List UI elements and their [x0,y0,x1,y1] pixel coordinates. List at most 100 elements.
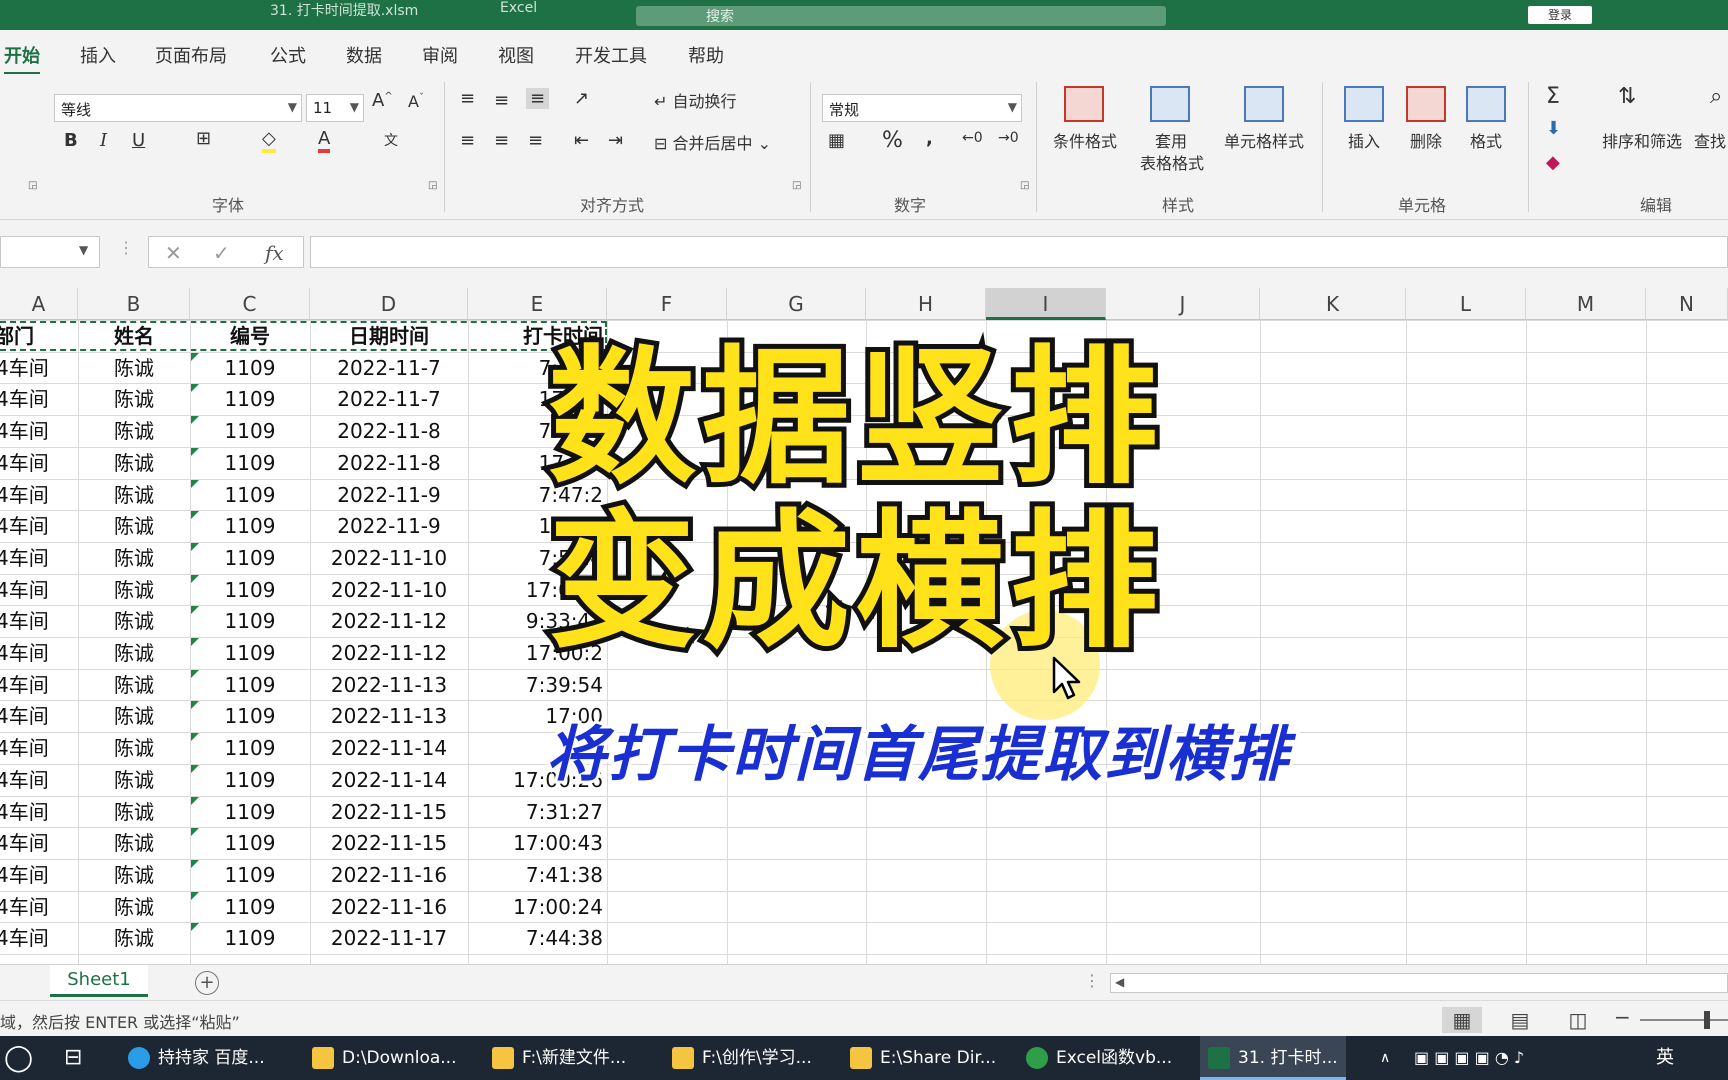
table-cell[interactable]: 4车间 [0,511,74,543]
table-cell[interactable]: 2022-11-15 [310,797,468,829]
percent-button[interactable]: % [882,128,903,153]
align-middle-icon[interactable]: ≡ [494,90,509,111]
table-cell[interactable]: 陈诚 [78,892,190,924]
name-box[interactable]: ▼ [0,236,100,268]
table-cell[interactable]: 17:00:24 [468,892,607,924]
zoom-out-icon[interactable]: − [1614,1005,1631,1029]
find-button[interactable]: 查找 [1690,128,1728,152]
delete-cells-icon[interactable] [1406,86,1446,122]
table-cell[interactable]: 陈诚 [78,670,190,702]
tab-insert[interactable]: 插入 [80,42,116,68]
tab-view[interactable]: 视图 [498,42,534,68]
column-header-f[interactable]: F [607,288,727,320]
sort-filter-button[interactable]: 排序和筛选 [1596,128,1688,152]
table-cell[interactable]: 1109 [190,384,310,416]
tab-page-layout[interactable]: 页面布局 [155,42,227,68]
cell-styles-button[interactable]: 单元格样式 [1216,128,1312,152]
table-cell[interactable]: 陈诚 [78,923,190,955]
tab-data[interactable]: 数据 [346,42,382,68]
autosum-icon[interactable]: Σ [1546,84,1560,109]
column-header-b[interactable]: B [78,288,190,320]
find-icon[interactable]: ⌕ [1710,84,1722,109]
table-cell[interactable]: 1109 [190,670,310,702]
delete-cells-button[interactable]: 删除 [1396,128,1456,152]
table-cell[interactable]: 4车间 [0,797,74,829]
table-header-cell[interactable]: 日期时间 [310,321,468,353]
table-cell[interactable]: 陈诚 [78,828,190,860]
table-cell[interactable]: 陈诚 [78,701,190,733]
zoom-slider-thumb[interactable] [1704,1011,1710,1029]
taskbar-item-folder-share[interactable]: E:\Share Dir... [850,1036,996,1080]
align-top-icon[interactable]: ≡ [460,88,475,109]
table-cell[interactable]: 4车间 [0,606,74,638]
tab-help[interactable]: 帮助 [688,42,724,68]
table-cell[interactable]: 2022-11-13 [310,670,468,702]
table-cell[interactable]: 2022-11-7 [310,353,468,385]
tab-review[interactable]: 审阅 [422,42,458,68]
column-header-e[interactable]: E [468,288,607,320]
table-cell[interactable]: 陈诚 [78,860,190,892]
table-cell[interactable]: 1109 [190,416,310,448]
table-cell[interactable]: 2022-11-9 [310,480,468,512]
conditional-format-icon[interactable] [1064,86,1104,122]
table-cell[interactable]: 陈诚 [78,797,190,829]
table-cell[interactable]: 陈诚 [78,638,190,670]
font-name-select[interactable]: 等线 ▼ [54,94,302,122]
enter-icon[interactable]: ✓ [213,241,230,265]
table-cell[interactable]: 4车间 [0,575,74,607]
table-cell[interactable]: 4车间 [0,765,74,797]
splitter-icon[interactable]: ⋮ [1084,971,1100,990]
wrap-text-button[interactable]: ↵ 自动换行 [654,88,737,112]
table-cell[interactable]: 4车间 [0,923,74,955]
table-cell[interactable]: 2022-11-10 [310,575,468,607]
table-cell[interactable]: 1109 [190,828,310,860]
normal-view-icon[interactable]: ▦ [1442,1007,1482,1033]
table-cell[interactable]: 1109 [190,480,310,512]
column-header-m[interactable]: M [1526,288,1646,320]
table-cell[interactable]: 陈诚 [78,448,190,480]
comma-icon[interactable]: , [926,128,933,149]
table-cell[interactable]: 2022-11-9 [310,511,468,543]
increase-indent-icon[interactable]: ⇥ [608,130,623,151]
task-view-icon[interactable]: ⊟ [64,1036,82,1080]
taskbar-item-folder-downloads[interactable]: D:\Downloa... [312,1036,456,1080]
table-cell[interactable]: 2022-11-14 [310,765,468,797]
table-cell[interactable]: 2022-11-8 [310,448,468,480]
decrease-indent-icon[interactable]: ⇤ [574,130,589,151]
table-cell[interactable]: 4车间 [0,480,74,512]
table-cell[interactable]: 4车间 [0,638,74,670]
fill-color-icon[interactable]: ◇ [262,128,276,153]
table-cell[interactable]: 4车间 [0,701,74,733]
ime-indicator[interactable]: 英 [1656,1036,1674,1080]
table-cell[interactable]: 4车间 [0,353,74,385]
table-cell[interactable]: 2022-11-17 [310,923,468,955]
table-cell[interactable]: 1109 [190,733,310,765]
tab-developer[interactable]: 开发工具 [575,42,647,68]
table-cell[interactable]: 7:31:27 [468,797,607,829]
table-cell[interactable]: 1109 [190,543,310,575]
table-cell[interactable]: 4车间 [0,860,74,892]
table-cell[interactable]: 2022-11-16 [310,892,468,924]
table-cell[interactable]: 7:44:38 [468,923,607,955]
table-cell[interactable]: 7:41:38 [468,860,607,892]
table-cell[interactable]: 1109 [190,701,310,733]
formula-input[interactable] [310,236,1728,268]
table-cell[interactable]: 17:00:43 [468,828,607,860]
table-cell[interactable]: 1109 [190,353,310,385]
zoom-slider[interactable] [1640,1011,1728,1029]
phonetic-icon[interactable]: 文 [384,130,398,150]
table-header-cell[interactable]: 部门 [0,321,72,353]
table-cell[interactable]: 2022-11-16 [310,860,468,892]
table-cell[interactable]: 4车间 [0,828,74,860]
table-cell[interactable]: 2022-11-10 [310,543,468,575]
column-header-g[interactable]: G [727,288,866,320]
tab-formulas[interactable]: 公式 [270,42,306,68]
table-cell[interactable]: 陈诚 [78,606,190,638]
column-header-k[interactable]: K [1260,288,1406,320]
table-cell[interactable]: 2022-11-7 [310,384,468,416]
format-as-table-label-2[interactable]: 表格格式 [1124,150,1220,174]
table-header-cell[interactable]: 编号 [190,321,310,353]
table-cell[interactable]: 4车间 [0,448,74,480]
increase-decimal-icon[interactable]: ←0 [962,130,983,146]
font-color-icon[interactable]: A [318,128,331,153]
